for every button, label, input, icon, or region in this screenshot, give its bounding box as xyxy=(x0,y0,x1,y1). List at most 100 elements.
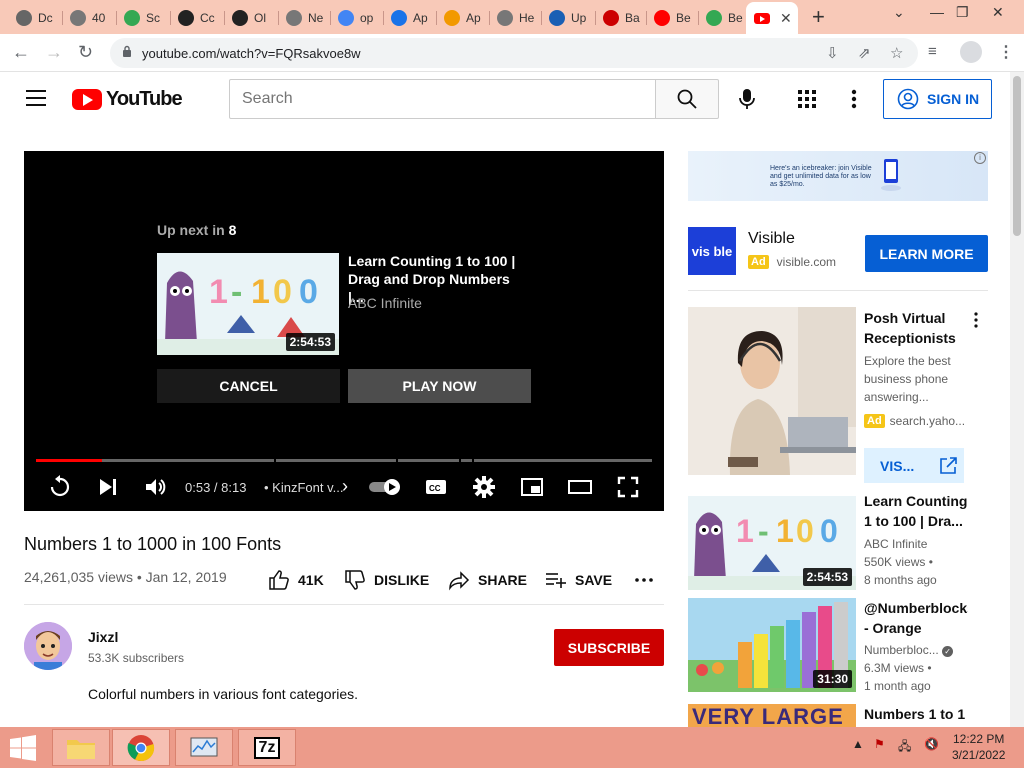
search-input[interactable] xyxy=(229,79,656,119)
ad-badge: Ad xyxy=(748,255,769,269)
banner-ad[interactable]: Here's an icebreaker: join Visible and g… xyxy=(688,151,988,201)
media-control-icon[interactable]: ≡ xyxy=(928,42,937,62)
page-scrollbar[interactable] xyxy=(1010,72,1024,727)
browser-tab[interactable]: He xyxy=(489,4,539,32)
show-hidden-icons[interactable]: ▲ xyxy=(852,737,864,751)
chapter-marker xyxy=(274,459,276,462)
minimize-button[interactable]: — xyxy=(930,4,944,20)
ad-info-icon[interactable]: i xyxy=(974,152,986,164)
rec-title[interactable]: @Numberblocks - Orange Level... xyxy=(864,598,968,638)
fullscreen-icon[interactable] xyxy=(616,475,640,499)
rec-title[interactable]: Learn Counting 1 to 100 | Dra... xyxy=(864,491,968,531)
play-now-button[interactable]: PLAY NOW xyxy=(348,369,531,403)
browser-tab[interactable]: Ba xyxy=(595,4,645,32)
up-next-thumbnail[interactable]: 1 - 1 0 0 2:54:53 xyxy=(157,253,339,355)
chapter-title[interactable]: • KinzFont v... xyxy=(264,480,343,495)
browser-tab[interactable]: Up xyxy=(541,4,591,32)
svg-text:1: 1 xyxy=(736,513,754,549)
browser-tab[interactable]: Dc xyxy=(8,4,58,32)
taskbar-file-explorer[interactable] xyxy=(52,729,110,766)
browser-tab[interactable]: Ol xyxy=(224,4,274,32)
subscribe-button[interactable]: SUBSCRIBE xyxy=(554,629,664,666)
share-page-icon[interactable]: ⇗ xyxy=(858,44,871,62)
browser-tab[interactable]: Sc xyxy=(116,4,166,32)
chrome-menu-icon[interactable]: ⋮ xyxy=(998,42,1014,62)
microphone-icon[interactable] xyxy=(734,86,760,112)
settings-more-icon[interactable] xyxy=(846,86,862,112)
browser-tab[interactable]: Be xyxy=(698,4,748,32)
dislike-button[interactable]: DISLIKE xyxy=(344,569,429,591)
advertiser-name[interactable]: Visible xyxy=(748,230,795,248)
rec-channel[interactable]: ABC Infinite xyxy=(864,537,927,551)
system-clock[interactable]: 12:22 PM 3/21/2022 xyxy=(952,731,1005,763)
back-icon[interactable]: ← xyxy=(12,42,30,62)
theater-mode-icon[interactable] xyxy=(568,475,592,499)
taskbar-7zip[interactable]: 7z xyxy=(238,729,296,766)
install-app-icon[interactable]: ⇩ xyxy=(826,44,839,62)
profile-avatar-icon[interactable] xyxy=(960,41,982,63)
save-button[interactable]: SAVE xyxy=(545,569,612,591)
address-bar[interactable]: youtube.com/watch?v=FQRsakvoe8w ⇩ ⇗ ☆ xyxy=(110,38,918,68)
sign-in-button[interactable]: SIGN IN xyxy=(883,79,992,119)
youtube-apps-icon[interactable] xyxy=(796,88,818,110)
taskbar-chrome[interactable] xyxy=(112,729,170,766)
taskbar-monitor-app[interactable] xyxy=(175,729,233,766)
youtube-logo[interactable]: YouTube xyxy=(72,88,183,111)
scrollbar-thumb[interactable] xyxy=(1013,76,1021,236)
reload-icon[interactable]: ↻ xyxy=(78,42,93,62)
hamburger-menu-icon[interactable] xyxy=(26,90,46,106)
ad-menu-icon[interactable] xyxy=(970,311,982,329)
channel-avatar[interactable] xyxy=(24,622,72,670)
volume-icon[interactable] xyxy=(143,475,167,499)
network-icon[interactable]: 🖧 xyxy=(898,737,911,758)
rec-thumbnail[interactable]: 1 - 1 0 0 2:54:53 xyxy=(688,496,856,590)
like-button[interactable]: 41K xyxy=(268,569,324,591)
browser-tab[interactable]: op xyxy=(330,4,380,32)
replay-icon[interactable] xyxy=(48,475,72,499)
browser-tab[interactable]: Cc xyxy=(170,4,220,32)
tab-search-icon[interactable]: ⌄ xyxy=(893,4,905,21)
browser-tab[interactable]: Ap xyxy=(436,4,486,32)
svg-text:1: 1 xyxy=(209,273,228,311)
search-button[interactable] xyxy=(655,79,719,119)
rec-channel[interactable]: Numberbloc... ✓ xyxy=(864,643,954,657)
new-tab-button[interactable]: + xyxy=(812,6,825,28)
cancel-autoplay-button[interactable]: CANCEL xyxy=(157,369,340,403)
ad-title[interactable]: Posh Virtual Receptionists xyxy=(864,308,964,348)
volume-muted-icon[interactable]: 🔇 xyxy=(924,737,939,751)
learn-more-button[interactable]: LEARN MORE xyxy=(865,235,988,272)
receptionist-photo xyxy=(688,307,856,475)
browser-tab[interactable]: Ne xyxy=(278,4,328,32)
windows-start-icon[interactable] xyxy=(8,735,38,761)
browser-tab[interactable]: Be xyxy=(646,4,696,32)
next-video-icon[interactable] xyxy=(96,475,120,499)
progress-bar[interactable] xyxy=(36,459,652,462)
close-tab-icon[interactable]: ✕ xyxy=(780,10,792,27)
rec-views: 550K views • xyxy=(864,555,933,569)
rec-title[interactable]: Numbers 1 to 1 xyxy=(864,704,968,724)
rec-thumbnail[interactable]: VERY LARGE xyxy=(688,704,856,727)
restore-button[interactable]: ❐ xyxy=(956,4,969,21)
captions-icon[interactable]: CC xyxy=(424,475,448,499)
share-button[interactable]: SHARE xyxy=(448,569,527,591)
browser-tab-label: Up xyxy=(571,11,587,25)
chapter-marker xyxy=(472,459,474,462)
video-player[interactable]: Up next in 8 1 - 1 0 0 2:54:53 Learn Cou… xyxy=(24,151,664,511)
receptionist-ad-image[interactable] xyxy=(688,307,856,475)
settings-gear-icon[interactable] xyxy=(472,475,496,499)
forward-icon[interactable]: → xyxy=(45,42,63,62)
drive-icon xyxy=(124,10,140,26)
bookmark-star-icon[interactable]: ☆ xyxy=(890,44,903,62)
channel-name[interactable]: Jixzl xyxy=(88,629,118,645)
rec-thumbnail[interactable]: 31:30 xyxy=(688,598,856,692)
browser-tab[interactable]: 40 xyxy=(62,4,112,32)
chapter-chevron-icon[interactable]: › xyxy=(342,476,348,497)
autoplay-toggle-icon[interactable] xyxy=(368,475,402,499)
visit-site-button[interactable]: VIS... xyxy=(864,448,964,483)
close-window-button[interactable]: ✕ xyxy=(992,4,1004,21)
browser-tab[interactable]: Ap xyxy=(383,4,433,32)
miniplayer-icon[interactable] xyxy=(520,475,544,499)
tab-active-youtube[interactable]: ✕ xyxy=(746,2,798,34)
more-actions-icon[interactable] xyxy=(634,572,654,588)
action-center-flag-icon[interactable]: ⚑ xyxy=(874,737,885,751)
